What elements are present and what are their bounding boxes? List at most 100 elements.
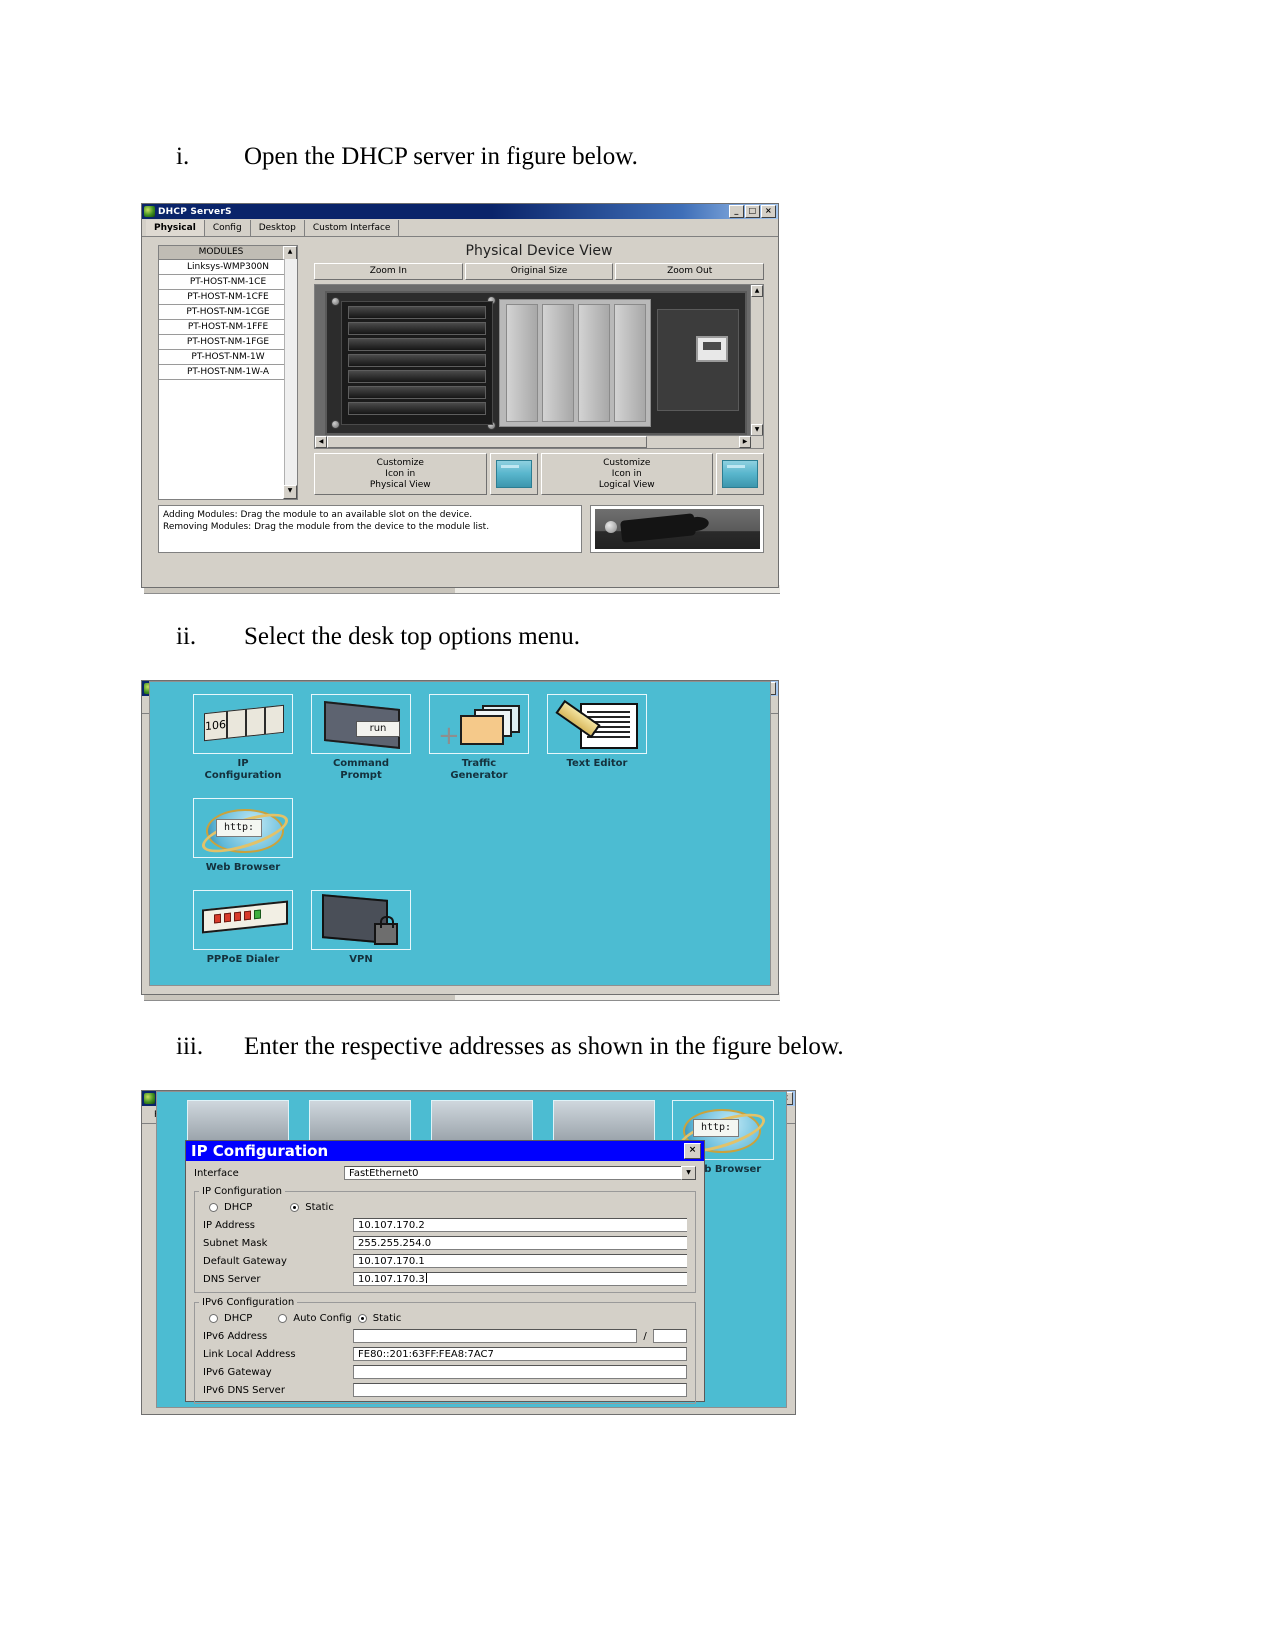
original-size-button[interactable]: Original Size <box>464 263 614 280</box>
ipv4-static-radio[interactable] <box>290 1203 300 1212</box>
scroll-right-arrow-icon[interactable]: ▶ <box>739 436 751 448</box>
desktop-icon-traffic-generator[interactable]: + Traffic Generator <box>420 694 538 782</box>
desktop-canvas[interactable]: 106 IP Configuration run Command Prompt … <box>149 681 771 986</box>
ipv6-gateway-row[interactable]: IPv6 Gateway <box>195 1363 695 1381</box>
physical-device-window[interactable]: DHCP ServerS _ □ × Physical Config Deskt… <box>141 203 779 588</box>
tabstrip-physical[interactable]: Physical Config Desktop Custom Interface <box>142 219 778 237</box>
desktop-icon-web-browser[interactable]: http: Web Browser <box>184 798 302 874</box>
device-view-vertical-scrollbar[interactable]: ▲ ▼ <box>750 285 763 436</box>
chevron-down-icon[interactable]: ▼ <box>681 1166 696 1180</box>
module-card[interactable] <box>578 304 610 422</box>
ipv6-static-label[interactable]: Static <box>373 1313 402 1324</box>
ipv4-static-label[interactable]: Static <box>305 1202 334 1213</box>
modules-scroll-down-button[interactable]: ▼ <box>283 485 297 499</box>
ipv6-address-input[interactable] <box>353 1329 637 1343</box>
module-item[interactable]: PT-HOST-NM-1FFE <box>159 320 297 335</box>
zoom-in-button[interactable]: Zoom In <box>314 263 463 280</box>
logical-view-icon-preview[interactable] <box>716 453 764 495</box>
maximize-button[interactable]: □ <box>745 205 760 218</box>
module-bay-center[interactable] <box>499 299 651 427</box>
desktop-icon-pppoe-dialer[interactable]: PPPoE Dialer <box>184 890 302 966</box>
module-slot[interactable] <box>348 402 486 415</box>
interface-select-value[interactable]: FastEthernet0 <box>344 1166 681 1180</box>
desktop-icon-vpn[interactable]: VPN <box>302 890 420 966</box>
titlebar-physical[interactable]: DHCP ServerS _ □ × <box>142 204 778 219</box>
ipv4-dhcp-label[interactable]: DHCP <box>224 1202 252 1213</box>
dialog-titlebar[interactable]: IP Configuration × <box>186 1141 704 1161</box>
module-item[interactable]: PT-HOST-NM-1W-A <box>159 365 297 380</box>
ipv6-dhcp-radio[interactable] <box>209 1314 218 1323</box>
module-bay-left[interactable] <box>341 301 493 425</box>
customize-icon-physical-view-button[interactable]: Customize Icon in Physical View <box>314 453 487 495</box>
modules-scrollbar[interactable] <box>284 259 297 486</box>
desktop-canvas-behind[interactable]: http: Web Browser IP Configuration × Int… <box>156 1091 787 1408</box>
default-gateway-input[interactable]: 10.107.170.1 <box>353 1254 687 1268</box>
dns-server-input[interactable]: 10.107.170.3 <box>353 1272 687 1286</box>
ipv4-dhcp-radio[interactable] <box>209 1203 218 1212</box>
module-item[interactable]: PT-HOST-NM-1CFE <box>159 290 297 305</box>
module-slot[interactable] <box>348 370 486 383</box>
tab-physical[interactable]: Physical <box>146 220 205 236</box>
physical-view-icon-preview[interactable] <box>489 453 538 495</box>
module-slot[interactable] <box>348 354 486 367</box>
close-button[interactable]: × <box>761 205 776 218</box>
desktop-icon-ip-configuration[interactable]: 106 IP Configuration <box>184 694 302 782</box>
tab-desktop[interactable]: Desktop <box>250 220 305 236</box>
customize-icon-logical-view-button[interactable]: Customize Icon in Logical View <box>540 453 713 495</box>
zoom-out-button[interactable]: Zoom Out <box>615 263 765 280</box>
module-card[interactable] <box>506 304 538 422</box>
ip-configuration-window[interactable]: DHCP ServerS _ □ × Physical Config Deskt… <box>141 1090 796 1415</box>
minimize-button[interactable]: _ <box>729 205 744 218</box>
ipv6-dns-server-row[interactable]: IPv6 DNS Server <box>195 1381 695 1399</box>
dns-server-row[interactable]: DNS Server 10.107.170.3 <box>195 1270 695 1288</box>
modules-list[interactable]: Linksys-WMP300N PT-HOST-NM-1CE PT-HOST-N… <box>159 260 297 380</box>
ipv4-mode-row[interactable]: DHCP Static <box>195 1199 695 1216</box>
module-slot[interactable] <box>348 322 486 335</box>
link-local-address-row[interactable]: Link Local Address FE80::201:63FF:FEA8:7… <box>195 1345 695 1363</box>
ipv6-autoconfig-label[interactable]: Auto Config <box>293 1313 351 1324</box>
module-card[interactable] <box>614 304 646 422</box>
modules-scroll-up-button[interactable]: ▲ <box>283 246 297 260</box>
scroll-left-arrow-icon[interactable]: ◀ <box>315 436 327 448</box>
subnet-mask-input[interactable]: 255.255.254.0 <box>353 1236 687 1250</box>
desktop-window[interactable]: DHCP ServerS _ □ × Physical Config Deskt… <box>141 680 779 995</box>
module-item[interactable]: Linksys-WMP300N <box>159 260 297 275</box>
module-card[interactable] <box>542 304 574 422</box>
module-item[interactable]: PT-HOST-NM-1FGE <box>159 335 297 350</box>
module-slot[interactable] <box>348 338 486 351</box>
scroll-up-arrow-icon[interactable]: ▲ <box>751 285 763 297</box>
device-view-canvas[interactable]: ▲ ▼ ◀ ▶ <box>314 284 764 449</box>
module-item[interactable]: PT-HOST-NM-1W <box>159 350 297 365</box>
ip-address-input[interactable]: 10.107.170.2 <box>353 1218 687 1232</box>
ipv6-dhcp-label[interactable]: DHCP <box>224 1313 252 1324</box>
dialog-close-button[interactable]: × <box>684 1143 701 1159</box>
zoom-button-row[interactable]: Zoom In Original Size Zoom Out <box>314 263 765 280</box>
subnet-mask-row[interactable]: Subnet Mask 255.255.254.0 <box>195 1234 695 1252</box>
ipv6-gateway-input[interactable] <box>353 1365 687 1379</box>
modules-panel[interactable]: MODULES ▲ Linksys-WMP300N PT-HOST-NM-1CE… <box>158 245 298 500</box>
ipv6-address-row[interactable]: IPv6 Address / <box>195 1327 695 1345</box>
module-slot[interactable] <box>348 386 486 399</box>
ipv6-prefix-length-input[interactable] <box>653 1329 687 1343</box>
module-item[interactable]: PT-HOST-NM-1CGE <box>159 305 297 320</box>
ipv6-dns-server-input[interactable] <box>353 1383 687 1397</box>
horizontal-scroll-thumb[interactable] <box>327 436 647 448</box>
window-buttons[interactable]: _ □ × <box>729 205 776 218</box>
interface-row[interactable]: Interface FastEthernet0 ▼ <box>186 1164 704 1182</box>
desktop-icon-grid[interactable]: 106 IP Configuration run Command Prompt … <box>184 694 760 979</box>
ip-address-row[interactable]: IP Address 10.107.170.2 <box>195 1216 695 1234</box>
tab-config[interactable]: Config <box>204 220 251 236</box>
desktop-icon-command-prompt[interactable]: run Command Prompt <box>302 694 420 782</box>
customize-row[interactable]: Customize Icon in Physical View Customiz… <box>314 453 764 495</box>
tab-custom-interface[interactable]: Custom Interface <box>304 220 400 236</box>
ipv6-mode-row[interactable]: DHCP Auto Config Static <box>195 1310 695 1327</box>
default-gateway-row[interactable]: Default Gateway 10.107.170.1 <box>195 1252 695 1270</box>
module-bay-right[interactable] <box>657 309 739 411</box>
desktop-icon-text-editor[interactable]: Text Editor <box>538 694 656 782</box>
link-local-address-input[interactable]: FE80::201:63FF:FEA8:7AC7 <box>353 1347 687 1361</box>
ipv6-autoconfig-radio[interactable] <box>278 1314 288 1323</box>
ip-configuration-dialog[interactable]: IP Configuration × Interface FastEtherne… <box>185 1140 705 1404</box>
module-slot[interactable] <box>348 306 486 319</box>
device-view-horizontal-scrollbar[interactable]: ◀ ▶ <box>315 435 763 448</box>
ipv6-static-radio[interactable] <box>357 1314 367 1323</box>
